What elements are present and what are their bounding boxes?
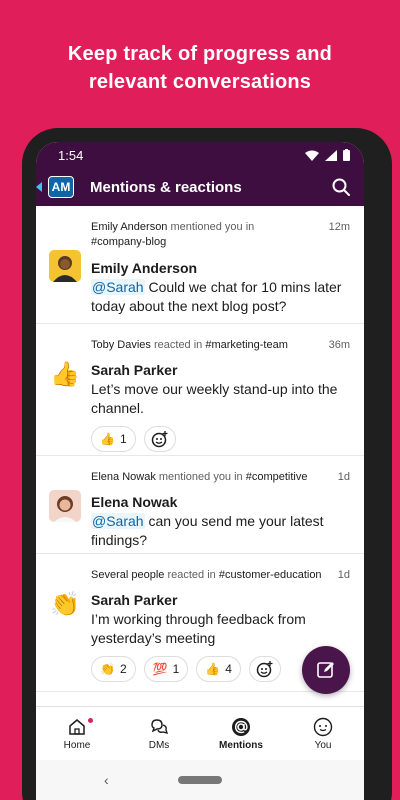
hundred-points-icon: 💯 [152,662,168,676]
feed-item-header: Elena Nowak mentioned you in #competitiv… [36,456,364,484]
action: mentioned you in [158,471,243,483]
tab-dms[interactable]: DMs [118,707,200,760]
workspace-avatar[interactable]: AM [48,176,74,198]
dms-icon [151,718,169,734]
mentions-feed: Emily Anderson mentioned you in 12m #com… [36,206,364,706]
reaction-count: 4 [225,662,232,676]
status-icons [305,149,350,161]
feed-item-header: Several people reacted in #customer-educ… [36,554,364,582]
avatar[interactable] [49,250,81,282]
actor: Emily Anderson [91,221,168,233]
add-reaction-button[interactable] [143,426,176,452]
add-reaction-button[interactable] [248,656,281,682]
channel-name[interactable]: #competitive [246,471,308,483]
feed-item[interactable]: Elena Nowak mentioned you in #competitiv… [36,456,364,554]
reaction-list: 👍 1 [36,418,364,452]
sender-name: Emily Anderson [91,260,198,276]
tab-label: Mentions [219,739,263,751]
timestamp: 12m [328,221,350,233]
feed-item[interactable]: Emily Anderson mentioned you in 12m #com… [36,206,364,324]
feed-item[interactable]: Toby Davies reacted in #marketing-team 3… [36,324,364,456]
tab-label: DMs [148,739,170,751]
tab-label: Home [63,739,91,751]
reaction-pill[interactable]: 👍 1 [91,426,136,452]
sender-name: Sarah Parker [91,592,178,608]
timestamp: 1d [337,471,350,483]
home-icon [69,718,85,735]
tab-mentions[interactable]: Mentions [200,707,282,760]
actor: Several people [91,569,165,581]
reaction-count: 1 [172,662,180,676]
actor: Elena Nowak [91,471,156,483]
compose-button[interactable] [302,646,350,694]
timestamp: 1d [337,569,350,581]
thumbs-up-icon: 👍 [205,662,221,676]
sender-name: Elena Nowak [91,494,178,510]
app-screen: 1:54 AM Mentions & reactions Emily Ander… [36,142,364,800]
action: mentioned you in [170,221,255,233]
app-bar: AM Mentions & reactions [36,168,364,206]
status-time: 1:54 [58,147,84,163]
channel-name[interactable]: #customer-education [219,569,322,581]
thumbs-up-icon: 👍 [50,360,80,388]
battery-icon [343,149,350,161]
bottom-navigation: Home DMs Mentions You [36,706,364,760]
search-icon[interactable] [330,176,352,198]
mentions-icon [232,717,250,736]
tab-label: You [314,739,332,751]
reaction-pill[interactable]: 👏 2 [91,656,136,682]
feed-item-header: Toby Davies reacted in #marketing-team 3… [36,324,364,352]
reaction-count: 1 [119,432,127,446]
message-text: @Sarah can you send me your latest findi… [91,513,324,548]
reaction-pill[interactable]: 👍 4 [196,656,241,682]
message-text: @Sarah Could we chat for 10 mins later t… [91,279,342,314]
status-bar: 1:54 [36,142,364,168]
sender-name: Sarah Parker [91,362,178,378]
drawer-caret-icon[interactable] [36,182,46,192]
channel-name[interactable]: #company-blog [36,234,364,250]
action: reacted in [167,569,216,581]
reaction-count: 2 [119,662,127,676]
wifi-icon [305,150,319,161]
add-emoji-icon [151,431,168,448]
headline: Keep track of progress and relevant conv… [67,43,333,93]
system-back-icon[interactable]: ‹ [104,772,109,788]
page-title: Mentions & reactions [90,178,242,196]
unread-badge [87,717,94,724]
tab-home[interactable]: Home [36,707,118,760]
you-icon [313,717,333,736]
add-emoji-icon [256,661,273,678]
message-text: Let’s move our weekly stand-up into the … [91,381,338,416]
user-mention[interactable]: @Sarah [91,513,145,529]
tab-you[interactable]: You [282,707,364,760]
feed-item-header: Emily Anderson mentioned you in 12m [36,206,364,234]
timestamp: 36m [328,339,350,351]
channel-name[interactable]: #marketing-team [205,339,288,351]
reaction-pill[interactable]: 💯 1 [143,656,189,682]
actor: Toby Davies [91,339,151,351]
action: reacted in [153,339,203,351]
system-home-pill[interactable] [178,776,222,784]
clapping-hands-icon: 👏 [50,590,80,618]
thumbs-up-icon: 👍 [100,432,115,446]
system-nav-bar: ‹ [36,760,364,800]
compose-icon [317,662,334,678]
message-text: I’m working through feedback from yester… [91,611,306,646]
avatar[interactable] [49,490,81,522]
signal-icon [325,149,337,161]
clapping-hands-icon: 👏 [100,662,115,676]
user-mention[interactable]: @Sarah [91,279,145,295]
